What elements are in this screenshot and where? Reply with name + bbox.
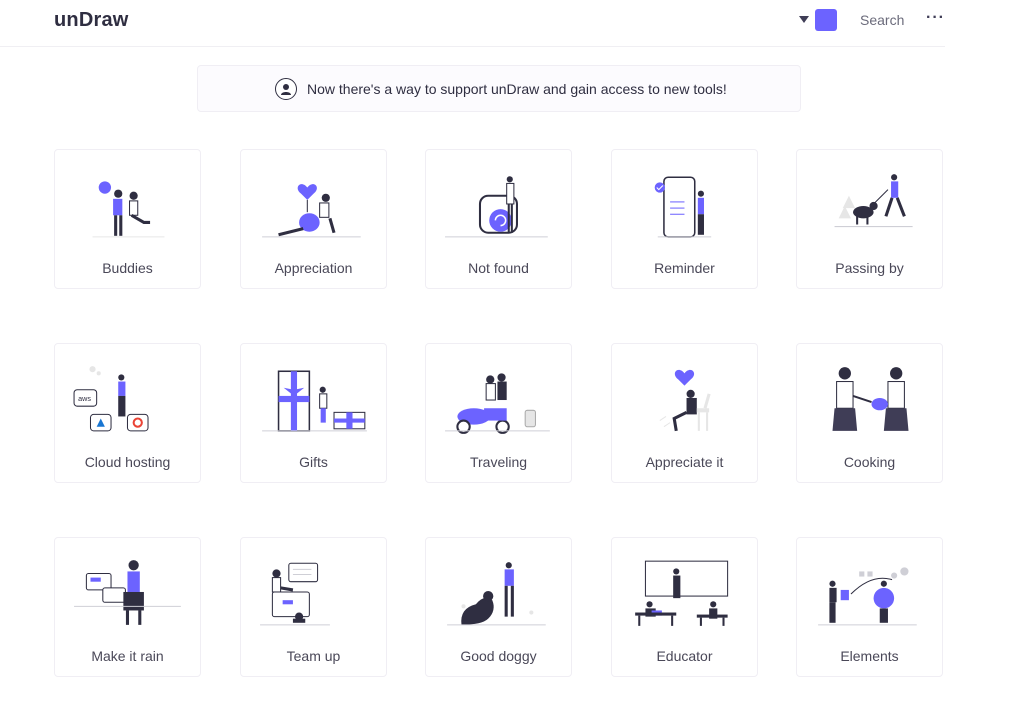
illustration-label: Passing by [835, 260, 904, 276]
illustration-card[interactable]: Appreciation [240, 149, 387, 289]
illustration-card[interactable]: Make it rain [54, 537, 201, 677]
color-picker-swatch[interactable] [815, 9, 837, 31]
illustration-image [629, 358, 742, 440]
illustration-card[interactable]: Reminder [611, 149, 758, 289]
illustration-card[interactable]: Traveling [425, 343, 572, 483]
illustration-image [258, 164, 371, 246]
illustration-image [443, 552, 556, 634]
illustration-label: Not found [468, 260, 529, 276]
illustration-label: Appreciation [274, 260, 353, 276]
color-dropdown-caret-icon[interactable] [799, 16, 809, 23]
illustration-image [258, 358, 371, 440]
illustration-label: Appreciate it [645, 454, 724, 470]
logo[interactable]: unDraw [54, 9, 129, 32]
illustration-label: Make it rain [91, 648, 164, 664]
illustration-image: aws [72, 358, 185, 440]
avatar-icon [275, 77, 297, 100]
illustration-label: Reminder [654, 260, 715, 276]
illustration-image [814, 552, 927, 634]
illustration-card[interactable]: Gifts [240, 343, 387, 483]
illustration-label: Team up [286, 648, 341, 664]
illustration-card[interactable]: Elements [796, 537, 943, 677]
illustration-label: Traveling [469, 454, 528, 470]
illustration-image [258, 552, 371, 634]
illustration-label: Buddies [102, 260, 153, 276]
illustration-card[interactable]: Educator [611, 537, 758, 677]
search-link[interactable]: Search [860, 12, 904, 28]
illustration-card[interactable]: Cooking [796, 343, 943, 483]
illustration-label: Elements [840, 648, 899, 664]
top-nav: unDraw Search ··· [0, 0, 945, 47]
illustration-image [72, 164, 185, 246]
illustration-image [629, 164, 742, 246]
illustration-card[interactable]: Team up [240, 537, 387, 677]
illustration-image [629, 552, 742, 634]
illustration-image [443, 164, 556, 246]
illustration-label: Good doggy [460, 648, 537, 664]
illustration-image [72, 552, 185, 634]
illustration-card[interactable]: Passing by [796, 149, 943, 289]
illustration-label: Gifts [299, 454, 328, 470]
svg-text:aws: aws [78, 394, 91, 403]
more-menu-icon[interactable]: ··· [926, 8, 945, 28]
banner-text: Now there's a way to support unDraw and … [307, 80, 727, 97]
illustration-card[interactable]: Appreciate it [611, 343, 758, 483]
illustration-image [814, 164, 927, 246]
illustration-label: Educator [656, 648, 713, 664]
illustration-label: Cooking [843, 454, 896, 470]
illustration-image [443, 358, 556, 440]
illustration-card[interactable]: Not found [425, 149, 572, 289]
illustration-card[interactable]: Buddies [54, 149, 201, 289]
illustration-card[interactable]: aws Cloud hosting [54, 343, 201, 483]
illustration-label: Cloud hosting [84, 454, 171, 470]
illustration-card[interactable]: Good doggy [425, 537, 572, 677]
illustration-image [814, 358, 927, 440]
support-banner[interactable]: Now there's a way to support unDraw and … [197, 65, 801, 112]
